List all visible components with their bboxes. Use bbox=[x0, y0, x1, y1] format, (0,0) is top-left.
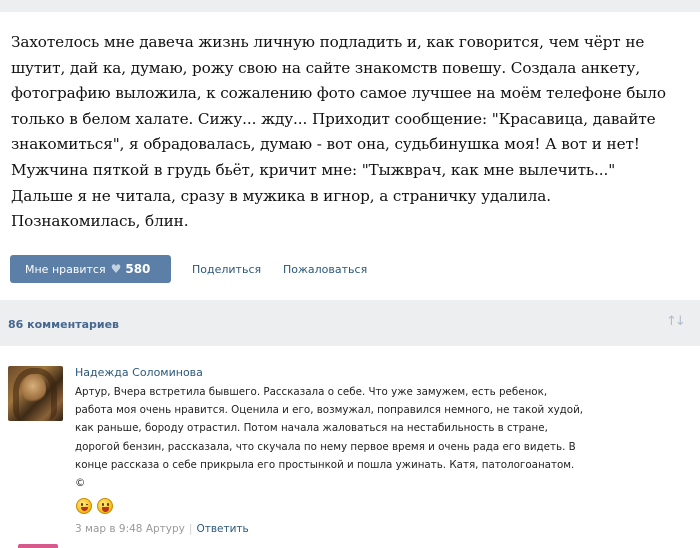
wink-emoji-icon bbox=[76, 498, 92, 514]
comment-text-line: © bbox=[75, 477, 86, 490]
like-button[interactable]: Мне нравится ♥ 580 bbox=[10, 255, 171, 283]
comment-text-line: дорогой бензин, рассказала, что скучала … bbox=[75, 440, 576, 453]
post-text-line: знакомиться", я обрадовалась, думаю - во… bbox=[11, 135, 640, 154]
post-text-line: Дальше я не читала, сразу в мужика в игн… bbox=[11, 186, 551, 205]
next-comment-avatar bbox=[18, 544, 58, 548]
wall-post: Захотелось мне давеча жизнь личную подла… bbox=[0, 12, 700, 300]
separator: | bbox=[188, 523, 193, 535]
comment-meta: 3 мар в 9:48 Артуру | Ответить bbox=[75, 523, 249, 535]
comments-header: 86 комментариев ↑↓ bbox=[0, 300, 700, 346]
comment-author[interactable]: Надежда Соломинова bbox=[75, 366, 203, 379]
sort-arrows-icon[interactable]: ↑↓ bbox=[666, 314, 686, 329]
like-count: 580 bbox=[125, 262, 151, 276]
like-label: Мне нравится bbox=[25, 262, 106, 276]
comment-text-line: Артур, Вчера встретила бывшего. Рассказа… bbox=[75, 386, 548, 398]
avatar[interactable] bbox=[8, 366, 63, 421]
comment-text: Артур, Вчера встретила бывшего. Рассказа… bbox=[75, 383, 690, 492]
post-text-line: Захотелось мне давеча жизнь личную подла… bbox=[11, 33, 645, 51]
report-link[interactable]: Пожаловаться bbox=[283, 263, 367, 276]
top-strip bbox=[0, 0, 700, 12]
post-text-line: Мужчина пяткой в грудь бьёт, кричит мне:… bbox=[11, 160, 616, 179]
comment-date[interactable]: 3 мар в 9:48 Артуру bbox=[75, 523, 185, 535]
comment-text-line: работа моя очень нравится. Оценила и его… bbox=[75, 404, 584, 417]
comments-count: 86 комментариев bbox=[8, 318, 120, 331]
post-text-line: только в белом халате. Сижу... жду... Пр… bbox=[11, 109, 656, 128]
share-link[interactable]: Поделиться bbox=[192, 263, 261, 276]
comment-text-line: как раньше, бороду отрастил. Потом начал… bbox=[75, 422, 548, 435]
comment-item: Надежда Соломинова Артур, Вчера встретил… bbox=[0, 346, 700, 548]
post-text-line: Познакомилась, блин. bbox=[11, 212, 189, 231]
heart-icon: ♥ bbox=[110, 262, 122, 276]
post-text: Захотелось мне давеча жизнь личную подла… bbox=[11, 30, 693, 235]
post-text-line: фотографию выложила, к сожалению фото са… bbox=[11, 84, 666, 103]
comment-text-line: конце рассказа о себе прикрыла его прост… bbox=[75, 458, 575, 471]
laughing-emoji-icon bbox=[97, 498, 113, 514]
reply-link[interactable]: Ответить bbox=[196, 523, 248, 535]
post-text-line: шутит, дай ка, думаю, рожу свою на сайте… bbox=[11, 58, 641, 77]
